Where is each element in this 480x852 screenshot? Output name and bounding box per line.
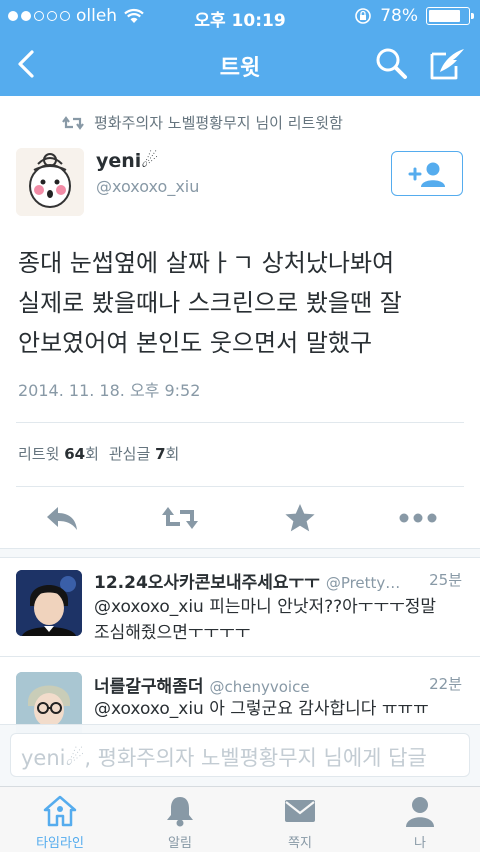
reply-author-name[interactable]: 너를갈구해좀더 @chenyvoice: [94, 672, 310, 697]
tab-label: 알림: [168, 836, 192, 851]
tab-label: 쪽지: [288, 836, 312, 851]
tweet-text: 종대 눈썹옆에 살짜ㅏㄱ 상처났나봐여 실제로 봤을때나 스크린으로 봤을땐 잘…: [18, 243, 466, 363]
retweet-stat[interactable]: 리트윗 64회: [18, 443, 99, 464]
divider: [0, 656, 480, 657]
battery-icon: [426, 7, 474, 25]
rotation-lock-icon: [355, 8, 372, 24]
tweet-line: 종대 눈썹옆에 살짜ㅏㄱ 상처났나봐여: [18, 249, 395, 277]
more-button[interactable]: [398, 502, 438, 534]
avatar[interactable]: [16, 570, 82, 636]
retweet-header: 평화주의자 노벨평황무지 님이 리트윗함: [62, 112, 343, 133]
avatar-photo: [16, 570, 82, 636]
battery-percent: 78%: [380, 6, 418, 26]
retweet-small-icon: [62, 115, 84, 130]
tab-me[interactable]: 나: [360, 793, 480, 851]
top-bar: olleh 오후 10:19 78% 트윗: [0, 0, 480, 96]
favorite-button[interactable]: [280, 502, 320, 534]
section-separator: [0, 548, 480, 558]
tweet-author-name[interactable]: yeni☄: [96, 150, 158, 172]
tab-timeline[interactable]: 타임라인: [0, 793, 120, 851]
tweet-line: 안보였어여 본인도 웃으면서 말했구: [18, 329, 373, 357]
star-icon: [285, 504, 315, 532]
follow-button[interactable]: [391, 151, 463, 196]
reply-item[interactable]: 12.24오사카콘보내주세요ㅜㅜ @Pretty… 25분 @xoxoxo_xiu…: [0, 560, 480, 650]
chevron-left-icon: [18, 50, 34, 78]
divider: [16, 486, 464, 487]
reply-author-name[interactable]: 12.24오사카콘보내주세요ㅜㅜ @Pretty…: [94, 568, 400, 593]
like-stat[interactable]: 관심글 7회: [109, 443, 179, 464]
reply-icon: [47, 507, 77, 530]
reply-time: 25분: [429, 571, 462, 589]
search-button[interactable]: [372, 44, 412, 84]
tab-messages[interactable]: 쪽지: [240, 793, 360, 851]
tweet-stats: 리트윗 64회 관심글 7회: [18, 443, 179, 464]
status-bar: olleh 오후 10:19 78%: [0, 0, 480, 32]
reply-input[interactable]: yeni☄, 평화주의자 노벨평황무지 님에게 답글: [10, 733, 470, 777]
tweet-line: 실제로 봤을때나 스크린으로 봤을땐 잘: [18, 289, 402, 317]
avatar-cartoon-image: [16, 148, 84, 216]
compose-icon: [430, 49, 464, 80]
person-icon: [406, 797, 434, 827]
reply-time: 22분: [429, 675, 462, 693]
reply-text: @xoxoxo_xiu 피는마니 안낫저??아ㅜㅜㅜ정말 조심해줬으면ㅜㅜㅜㅜ: [94, 597, 437, 643]
tweet-author-handle[interactable]: @xoxoxo_xiu: [96, 177, 199, 196]
avatar[interactable]: [16, 148, 84, 216]
tab-bar: 타임라인 알림 쪽지 나: [0, 786, 480, 852]
search-icon: [376, 48, 407, 79]
reply-button[interactable]: [42, 502, 82, 534]
envelope-icon: [285, 800, 315, 822]
more-icon: [399, 513, 437, 523]
reply-composer: yeni☄, 평화주의자 노벨평황무지 님에게 답글: [0, 724, 480, 786]
status-right: 78%: [354, 6, 474, 26]
back-button[interactable]: [10, 44, 46, 84]
retweet-button[interactable]: [160, 502, 200, 534]
retweet-header-text: 평화주의자 노벨평황무지 님이 리트윗함: [94, 114, 343, 132]
retweet-icon: [162, 507, 198, 529]
tab-label: 타임라인: [36, 836, 84, 851]
tweet-timestamp: 2014. 11. 18. 오후 9:52: [18, 381, 201, 400]
divider: [16, 422, 464, 423]
tab-notifications[interactable]: 알림: [120, 793, 240, 851]
add-user-icon: [408, 162, 445, 187]
tab-label: 나: [414, 836, 426, 851]
home-icon: [43, 795, 77, 827]
tweet-actions: [0, 494, 480, 542]
nav-bar: 트윗: [0, 32, 480, 96]
compose-button[interactable]: [426, 44, 470, 84]
bell-icon: [167, 797, 193, 827]
reply-text: @xoxoxo_xiu 아 그렇군요 감사합니다 ㅠㅠㅠ: [94, 699, 429, 719]
reply-item[interactable]: 너를갈구해좀더 @chenyvoice 22분 @xoxoxo_xiu 아 그렇군…: [0, 664, 480, 738]
